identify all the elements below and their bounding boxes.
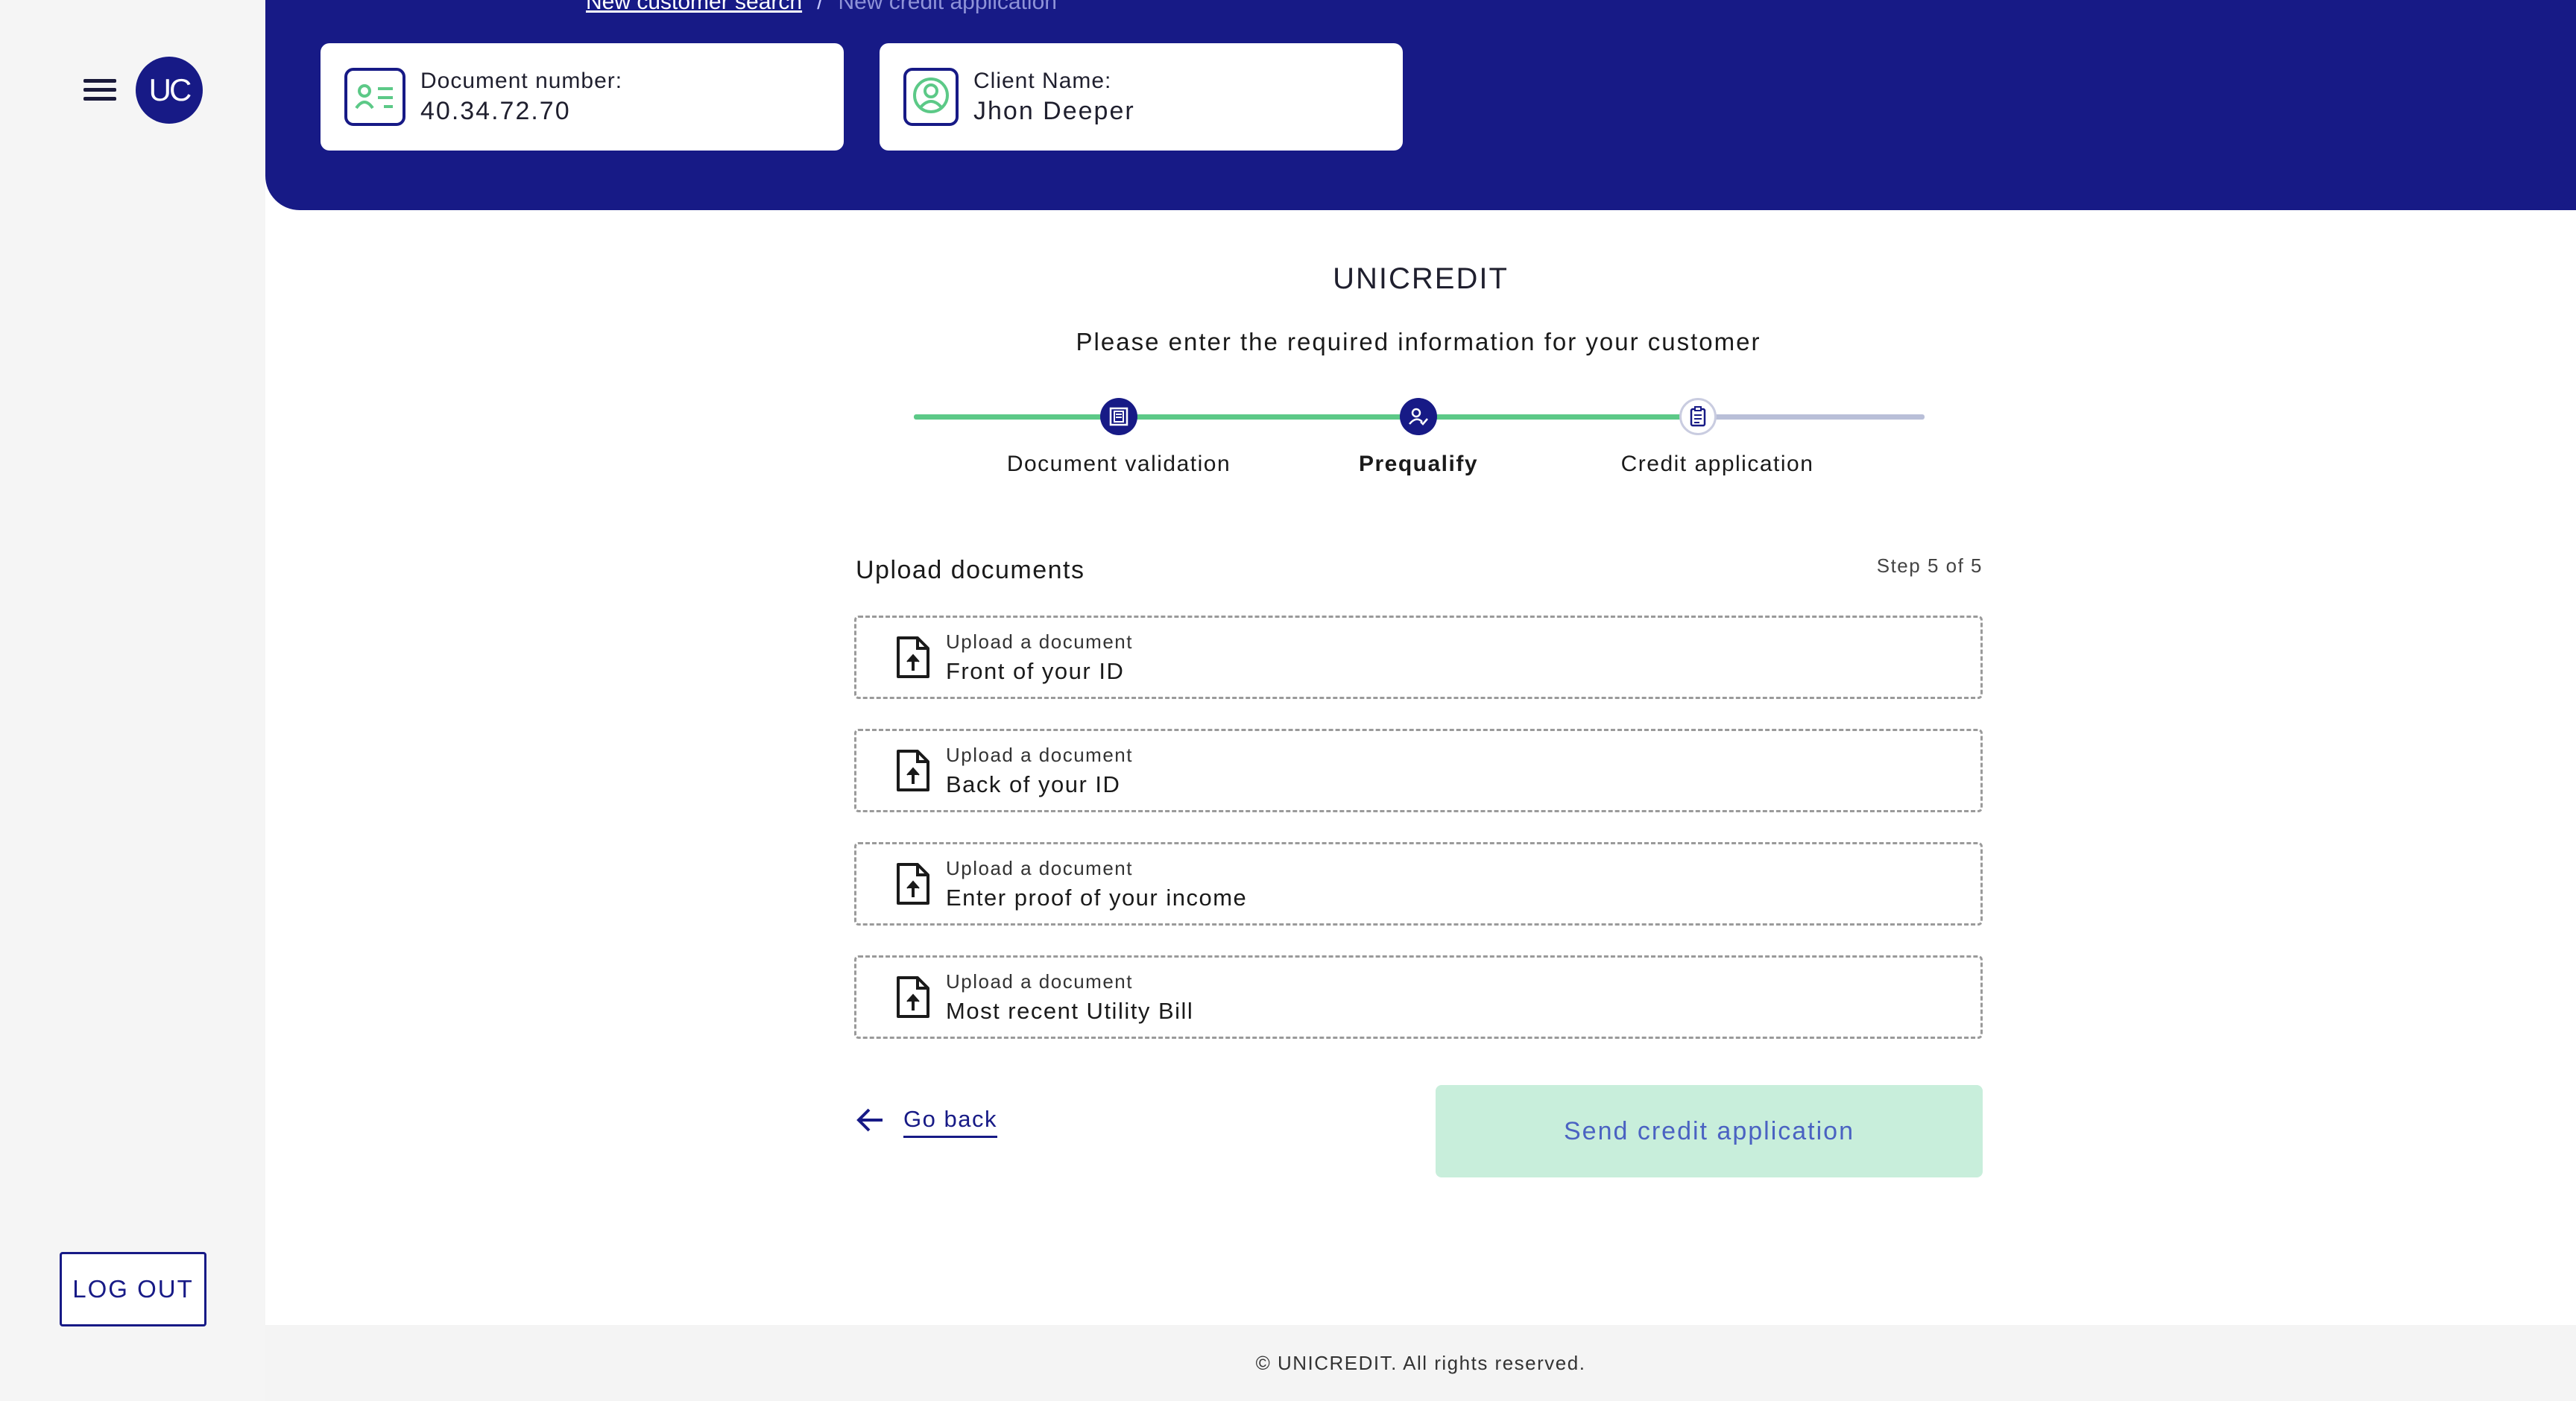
upload-hint: Upload a document	[946, 743, 1133, 766]
header-banner: New customer search / New credit applica…	[265, 0, 2576, 210]
send-credit-application-button[interactable]: Send credit application	[1436, 1085, 1983, 1177]
document-scan-icon	[1100, 398, 1137, 435]
page-title: UNICREDIT	[1333, 262, 1509, 295]
client-name-label: Client Name:	[973, 68, 1112, 93]
menu-icon[interactable]	[83, 75, 116, 104]
step-label-document-validation: Document validation	[1006, 452, 1231, 476]
logout-button[interactable]: LOG OUT	[60, 1252, 206, 1326]
footer: © UNICREDIT. All rights reserved.	[265, 1325, 2576, 1401]
document-number-card: Document number: 40.34.72.70	[321, 43, 844, 151]
document-number-value: 40.34.72.70	[420, 96, 571, 125]
page-subtitle: Please enter the required information fo…	[1076, 328, 1761, 355]
breadcrumb-link[interactable]: New customer search	[586, 0, 802, 15]
id-card-icon	[344, 68, 405, 126]
file-upload-icon	[895, 861, 931, 906]
client-name-value: Jhon Deeper	[973, 96, 1135, 125]
upload-dropzone[interactable]: Upload a document Most recent Utility Bil…	[854, 955, 1983, 1039]
upload-hint: Upload a document	[946, 970, 1133, 993]
document-number-label: Document number:	[420, 68, 623, 93]
copyright-text: © UNICREDIT. All rights reserved.	[1255, 1351, 1586, 1374]
section-title: Upload documents	[856, 556, 1085, 584]
file-upload-icon	[895, 975, 931, 1019]
breadcrumb: New customer search / New credit applica…	[586, 0, 1057, 15]
clipboard-icon	[1679, 398, 1717, 435]
user-icon	[903, 68, 959, 126]
step-label-credit-application: Credit application	[1620, 452, 1814, 476]
step-label-prequalify: Prequalify	[1358, 452, 1479, 476]
upload-hint: Upload a document	[946, 856, 1133, 879]
user-check-icon	[1400, 398, 1437, 435]
avatar[interactable]: UC	[136, 57, 203, 124]
progress-track-complete	[914, 414, 1698, 420]
breadcrumb-current: New credit application	[838, 0, 1057, 14]
step-counter: Step 5 of 5	[1876, 554, 1983, 577]
upload-label: Enter proof of your income	[946, 884, 1248, 911]
breadcrumb-separator: /	[817, 0, 824, 14]
progress-track-remaining	[1698, 414, 1925, 420]
sidebar: UC LOG OUT	[0, 0, 265, 1401]
go-back-link[interactable]: Go back	[856, 1106, 997, 1138]
upload-label: Back of your ID	[946, 771, 1121, 797]
file-upload-icon	[895, 635, 931, 680]
upload-hint: Upload a document	[946, 630, 1133, 653]
file-upload-icon	[895, 748, 931, 793]
upload-dropzone[interactable]: Upload a document Back of your ID	[854, 729, 1983, 812]
arrow-left-icon	[856, 1107, 886, 1137]
upload-label: Front of your ID	[946, 657, 1125, 684]
upload-label: Most recent Utility Bill	[946, 997, 1194, 1024]
go-back-label: Go back	[903, 1106, 997, 1138]
upload-dropzone[interactable]: Upload a document Enter proof of your inc…	[854, 842, 1983, 926]
client-name-card: Client Name: Jhon Deeper	[880, 43, 1403, 151]
upload-dropzone[interactable]: Upload a document Front of your ID	[854, 616, 1983, 699]
progress-stepper: Document validation Prequalify Credit ap…	[914, 393, 1925, 483]
